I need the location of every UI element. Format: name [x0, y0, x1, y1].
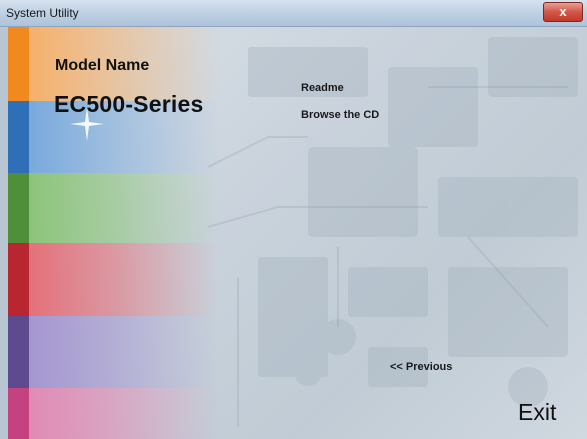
close-icon: x [559, 4, 567, 19]
magenta-stripe [8, 388, 29, 439]
orange-stripe [8, 27, 29, 101]
exit-link[interactable]: Exit [518, 399, 556, 426]
window-title: System Utility [6, 6, 79, 20]
green-stripe [8, 173, 29, 243]
green-band [29, 173, 219, 243]
readme-link[interactable]: Readme [301, 82, 344, 94]
close-button[interactable]: x [543, 2, 583, 22]
browse-cd-link[interactable]: Browse the CD [301, 109, 379, 121]
magenta-band [29, 388, 219, 439]
title-bar: System Utility x [0, 0, 587, 27]
purple-band [29, 316, 219, 388]
system-utility-window: System Utility x Model Name EC500-Series… [0, 0, 587, 439]
purple-stripe [8, 316, 29, 388]
previous-link[interactable]: << Previous [390, 361, 452, 373]
red-stripe [8, 243, 29, 316]
blue-stripe [8, 101, 29, 173]
client-area: Model Name EC500-Series Readme Browse th… [8, 27, 587, 439]
red-band [29, 243, 219, 316]
model-series-title: EC500-Series [54, 91, 204, 117]
model-name-label: Model Name [55, 57, 150, 74]
